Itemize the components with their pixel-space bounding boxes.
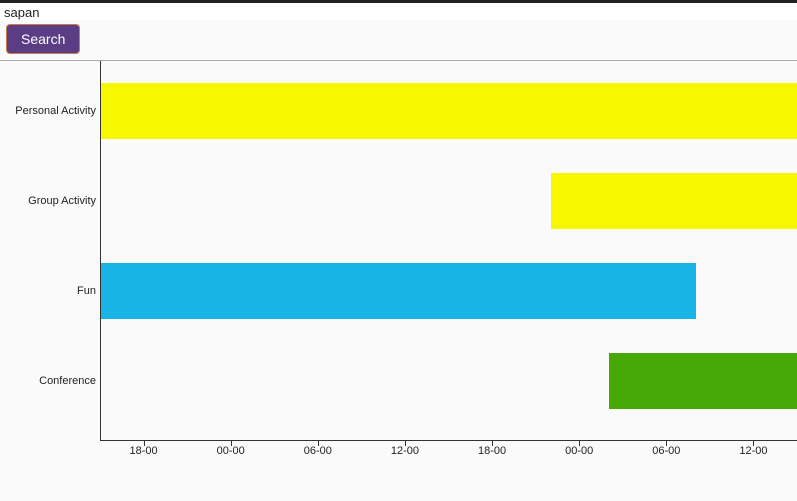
bar-fun <box>101 263 696 319</box>
x-tick-label: 00-00 <box>217 445 245 457</box>
x-tick <box>405 441 406 446</box>
gantt-row <box>101 251 797 331</box>
x-axis-labels: 18-00 00-00 06-00 12-00 18-00 00-00 06-0… <box>100 445 797 465</box>
y-label-group-activity: Group Activity <box>0 195 96 207</box>
x-tick <box>231 441 232 446</box>
bar-conference <box>609 353 797 409</box>
gantt-row <box>101 71 797 151</box>
gantt-row <box>101 161 797 241</box>
y-axis-labels: Personal Activity Group Activity Fun Con… <box>0 61 96 441</box>
x-tick <box>753 441 754 446</box>
gantt-row <box>101 341 797 421</box>
x-tick <box>318 441 319 446</box>
plot-area <box>100 61 797 441</box>
bar-group-activity <box>551 173 797 229</box>
search-button[interactable]: Search <box>6 24 80 54</box>
x-tick-label: 00-00 <box>565 445 593 457</box>
button-row: Search <box>0 20 797 60</box>
x-tick <box>579 441 580 446</box>
gantt-chart: Personal Activity Group Activity Fun Con… <box>0 61 797 501</box>
x-tick <box>666 441 667 446</box>
y-label-conference: Conference <box>0 375 96 387</box>
x-tick-label: 06-00 <box>652 445 680 457</box>
x-tick-label: 18-00 <box>478 445 506 457</box>
x-tick-label: 12-00 <box>391 445 419 457</box>
y-label-fun: Fun <box>0 285 96 297</box>
x-tick <box>492 441 493 446</box>
x-tick-label: 06-00 <box>304 445 332 457</box>
y-label-personal-activity: Personal Activity <box>0 105 96 117</box>
top-bar: sapan Search <box>0 0 797 61</box>
x-tick-label: 18-00 <box>129 445 157 457</box>
x-tick-label: 12-00 <box>739 445 767 457</box>
search-value[interactable]: sapan <box>0 3 797 20</box>
x-tick <box>144 441 145 446</box>
bar-personal-activity <box>101 83 797 139</box>
